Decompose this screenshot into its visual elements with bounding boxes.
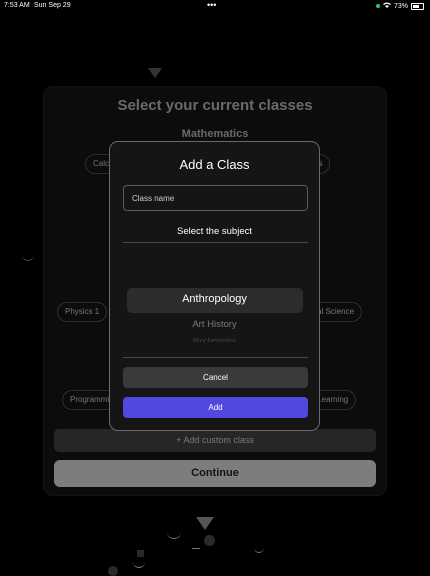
status-time: 7:53 AM — [4, 2, 30, 9]
wifi-icon — [382, 2, 391, 10]
status-right: 73% — [375, 2, 424, 10]
add-custom-class-button[interactable]: + Add custom class — [54, 429, 376, 452]
decorative-triangle — [196, 517, 214, 530]
status-bar: 7:53 AM Sun Sep 29 ••• 73% — [0, 0, 430, 12]
subject-option-selected[interactable]: Anthropology — [110, 293, 319, 305]
add-button[interactable]: Add — [123, 397, 308, 418]
divider — [123, 357, 308, 358]
subject-option[interactable]: Biochemistry — [110, 336, 319, 342]
cancel-button[interactable]: Cancel — [123, 367, 308, 388]
subject-heading: Mathematics — [181, 128, 249, 140]
multitasking-dots[interactable]: ••• — [207, 0, 216, 10]
subject-label: Select the subject — [177, 226, 252, 237]
battery-icon — [411, 2, 424, 10]
class-chip-physics[interactable]: Physics 1 — [57, 302, 108, 322]
decorative-square — [137, 550, 144, 557]
add-class-modal: Add a Class Select the subject Anthropol… — [109, 141, 320, 431]
battery-percent: 73% — [393, 2, 408, 10]
decorative-arc — [254, 546, 264, 553]
decorative-triangle — [148, 68, 162, 78]
page-title: Select your current classes — [117, 97, 313, 114]
decorative-dash — [192, 548, 200, 549]
decorative-arc — [167, 530, 181, 539]
continue-button[interactable]: Continue — [54, 460, 376, 487]
decorative-circle — [204, 535, 215, 546]
class-name-input[interactable] — [123, 185, 308, 211]
divider — [123, 242, 308, 243]
decorative-arc — [22, 252, 34, 261]
modal-title: Add a Class — [179, 157, 250, 172]
camera-indicator-icon — [375, 4, 380, 8]
subject-option[interactable]: Art History — [110, 319, 319, 330]
status-date: Sun Sep 29 — [34, 2, 71, 9]
decorative-circle — [108, 566, 118, 576]
decorative-arc — [133, 560, 145, 568]
